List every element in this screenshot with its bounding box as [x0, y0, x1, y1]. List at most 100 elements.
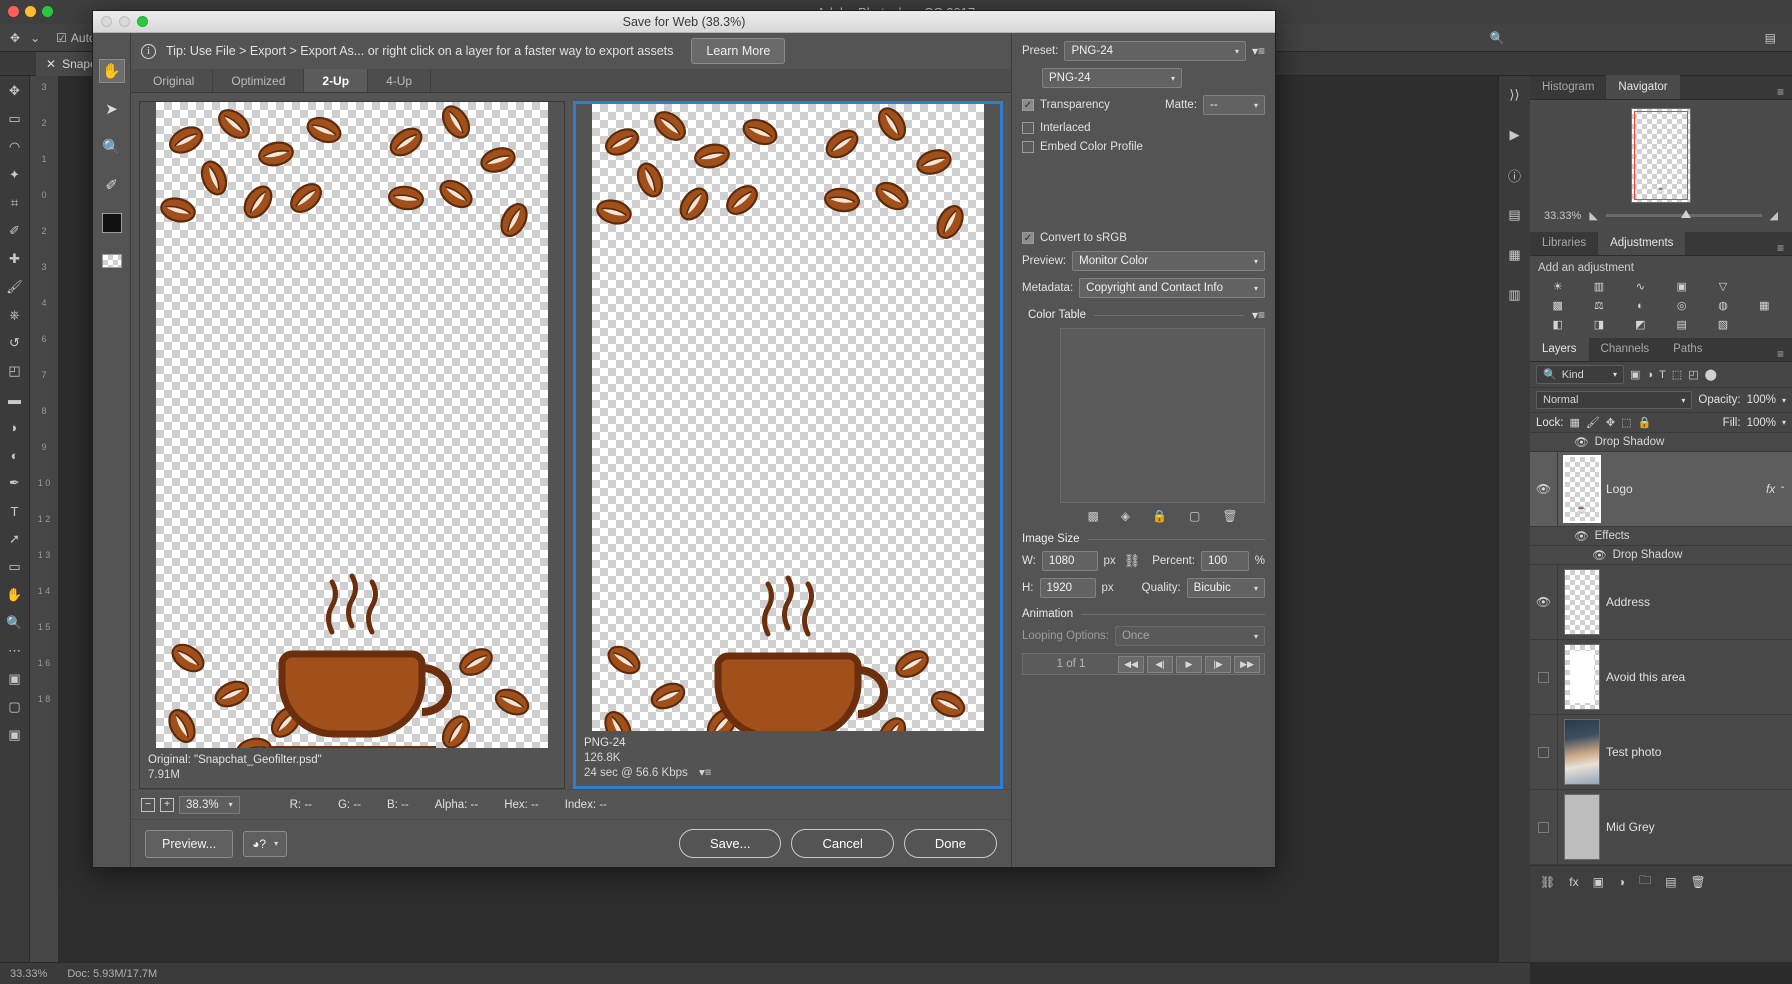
blend-mode-select[interactable]: Normal ▾: [1536, 391, 1693, 409]
layer-visibility-toggle[interactable]: 👁: [1530, 452, 1558, 526]
navigator-thumbnail[interactable]: ☕: [1631, 108, 1691, 203]
dialog-close-button[interactable]: [101, 16, 112, 27]
history-brush-tool-icon[interactable]: ↺: [5, 334, 25, 352]
first-frame-button[interactable]: ◀◀: [1118, 655, 1144, 673]
matte-select[interactable]: -- ▾: [1203, 95, 1265, 115]
move-tool-icon[interactable]: ✥: [10, 31, 20, 45]
navigator-panel-tabs[interactable]: Histogram Navigator ≡: [1530, 75, 1792, 100]
layer-effect-top[interactable]: 👁 Drop Shadow: [1530, 433, 1792, 452]
view-mode-tabs[interactable]: Original Optimized 2-Up 4-Up: [131, 69, 1011, 93]
transparency-swatch-icon[interactable]: ▩: [1087, 509, 1098, 523]
metadata-select[interactable]: Copyright and Contact Info ▾: [1079, 278, 1265, 298]
layer-visibility-toggle[interactable]: [1530, 715, 1558, 789]
embed-color-profile-checkbox[interactable]: ✓: [1022, 141, 1034, 153]
minimize-window-button[interactable]: [25, 6, 36, 17]
eye-off-icon[interactable]: [1538, 671, 1549, 683]
tab-channels[interactable]: Channels: [1589, 337, 1662, 361]
foreground-color-swatch[interactable]: ▣: [5, 670, 25, 688]
eye-icon[interactable]: 👁: [1536, 595, 1551, 609]
blur-tool-icon[interactable]: ◗: [5, 418, 25, 436]
exposure-icon[interactable]: ▣: [1662, 279, 1701, 294]
layer-effects-group[interactable]: 👁 Effects: [1530, 527, 1792, 546]
slice-select-tool-icon[interactable]: ➤: [99, 97, 125, 121]
chevron-up-icon[interactable]: ⌃: [1779, 485, 1792, 494]
lock-artboard-icon[interactable]: ⬚: [1621, 416, 1631, 429]
layers-panel-footer[interactable]: ⛓ fx ▣ ◑ 🗀 ▤ 🗑: [1530, 865, 1792, 897]
eye-icon[interactable]: 👁: [1592, 548, 1607, 562]
save-for-web-dialog[interactable]: Save for Web (38.3%) ✋ ➤ 🔍 ✐ i Tip: Use …: [92, 10, 1276, 868]
lasso-tool-icon[interactable]: ◠: [5, 138, 25, 156]
layer-name[interactable]: Mid Grey: [1606, 820, 1792, 834]
chevron-down-icon[interactable]: ▾: [274, 839, 278, 848]
toggle-slices-visibility-icon[interactable]: [99, 249, 125, 273]
tools-panel[interactable]: ✥ ▭ ◠ ✦ ⌗ ✐ ✚ 🖌 ⎈ ↺ ◰ ▬ ◗ ◐ ✒ T ➚ ▭ ✋ 🔍 …: [0, 76, 30, 984]
marquee-tool-icon[interactable]: ▭: [5, 110, 25, 128]
preview-pane-optimized[interactable]: GROUND UP! 150 GLOUCESTER RD, BRISTOL PN…: [573, 101, 1003, 789]
add-layer-mask-icon[interactable]: ▣: [1593, 875, 1604, 889]
preview-color-row[interactable]: Preview: Monitor Color ▾: [1022, 251, 1265, 271]
eye-off-icon[interactable]: [1538, 821, 1549, 833]
black-white-icon[interactable]: ◐: [1621, 298, 1660, 313]
color-table-grid[interactable]: [1060, 328, 1265, 503]
height-input[interactable]: 1920: [1039, 578, 1096, 598]
interlaced-checkbox[interactable]: ✓: [1022, 122, 1034, 134]
layer-visibility-toggle[interactable]: [1530, 790, 1558, 864]
done-button[interactable]: Done: [903, 829, 997, 858]
channel-mixer-icon[interactable]: ◍: [1703, 298, 1742, 313]
levels-icon[interactable]: ▥: [1579, 279, 1618, 294]
zoom-controls[interactable]: − + 38.3% ▾: [141, 795, 240, 814]
layer-name[interactable]: Avoid this area: [1606, 670, 1792, 684]
threshold-icon[interactable]: ◩: [1621, 317, 1660, 332]
window-controls[interactable]: [8, 6, 53, 17]
eyedropper-tool-icon[interactable]: ✐: [5, 222, 25, 240]
chevron-down-icon[interactable]: ▾: [1235, 47, 1239, 56]
tab-optimized[interactable]: Optimized: [213, 69, 305, 92]
settings-menu-icon[interactable]: ▾≡: [1252, 44, 1265, 58]
chevron-down-icon[interactable]: ⌄: [30, 31, 40, 45]
curves-icon[interactable]: ∿: [1621, 279, 1660, 294]
zoom-in-button[interactable]: +: [160, 797, 174, 812]
preview-in-browser-select[interactable]: ◕? ▾: [243, 830, 288, 857]
foreground-color-swatch[interactable]: [99, 211, 125, 235]
lock-position-icon[interactable]: ✥: [1606, 416, 1615, 429]
add-layer-style-icon[interactable]: fx: [1569, 875, 1578, 889]
eye-icon[interactable]: 👁: [1536, 482, 1551, 496]
color-table-menu-icon[interactable]: ▾≡: [1252, 308, 1265, 322]
pen-tool-icon[interactable]: ✒: [5, 474, 25, 492]
quality-select[interactable]: Bicubic ▾: [1186, 578, 1265, 598]
eye-off-icon[interactable]: [1538, 746, 1549, 758]
transparency-checkbox[interactable]: ✓: [1022, 99, 1034, 111]
layer-filter-row[interactable]: 🔍 Kind ▾ ▣ ◑ T ⬚ ◰ ⬤: [1530, 362, 1792, 388]
path-select-tool-icon[interactable]: ➚: [5, 530, 25, 548]
layer-visibility-toggle[interactable]: [1530, 640, 1558, 714]
chevron-down-icon[interactable]: ▾: [1254, 257, 1258, 266]
previous-frame-button[interactable]: ◀|: [1147, 655, 1173, 673]
quick-select-tool-icon[interactable]: ✦: [5, 166, 25, 184]
tab-paths[interactable]: Paths: [1661, 337, 1714, 361]
preview-pane-original[interactable]: GROUND UP! 150 GLOUCESTER RD, BRISTOL Or…: [139, 101, 565, 789]
crop-tool-icon[interactable]: ⌗: [5, 194, 25, 212]
chevron-down-icon[interactable]: ▾: [1782, 418, 1786, 427]
invert-icon[interactable]: ◧: [1538, 317, 1577, 332]
hand-tool-icon[interactable]: ✋: [98, 59, 125, 83]
dodge-tool-icon[interactable]: ◐: [5, 446, 25, 464]
format-row[interactable]: PNG-24 ▾: [1022, 68, 1265, 88]
healing-tool-icon[interactable]: ✚: [5, 250, 25, 268]
layer-row-test-photo[interactable]: Test photo: [1530, 715, 1792, 790]
new-layer-icon[interactable]: ▤: [1665, 875, 1676, 889]
link-layers-icon[interactable]: ⛓: [1540, 875, 1555, 889]
delete-color-icon[interactable]: 🗑: [1222, 509, 1237, 523]
gradient-tool-icon[interactable]: ▬: [5, 390, 25, 408]
screen-mode-icon[interactable]: ▣: [5, 726, 25, 744]
color-table-toolbar[interactable]: ▩ ◈ 🔒 ▢ 🗑: [1060, 509, 1265, 523]
dialog-minimize-button[interactable]: [119, 16, 130, 27]
filter-shape-icon[interactable]: ⬚: [1672, 368, 1682, 381]
layer-visibility-toggle[interactable]: 👁: [1530, 565, 1558, 639]
cancel-button[interactable]: Cancel: [791, 829, 894, 858]
more-tools-icon[interactable]: ⋯: [5, 642, 25, 660]
new-color-icon[interactable]: ▢: [1189, 509, 1200, 523]
lock-row[interactable]: Lock: ▦ 🖌 ✥ ⬚ 🔒 Fill: 100% ▾: [1530, 413, 1792, 433]
gradient-map-icon[interactable]: ▤: [1662, 317, 1701, 332]
filter-adjustment-icon[interactable]: ◑: [1646, 369, 1653, 381]
layer-name[interactable]: Test photo: [1606, 745, 1792, 759]
